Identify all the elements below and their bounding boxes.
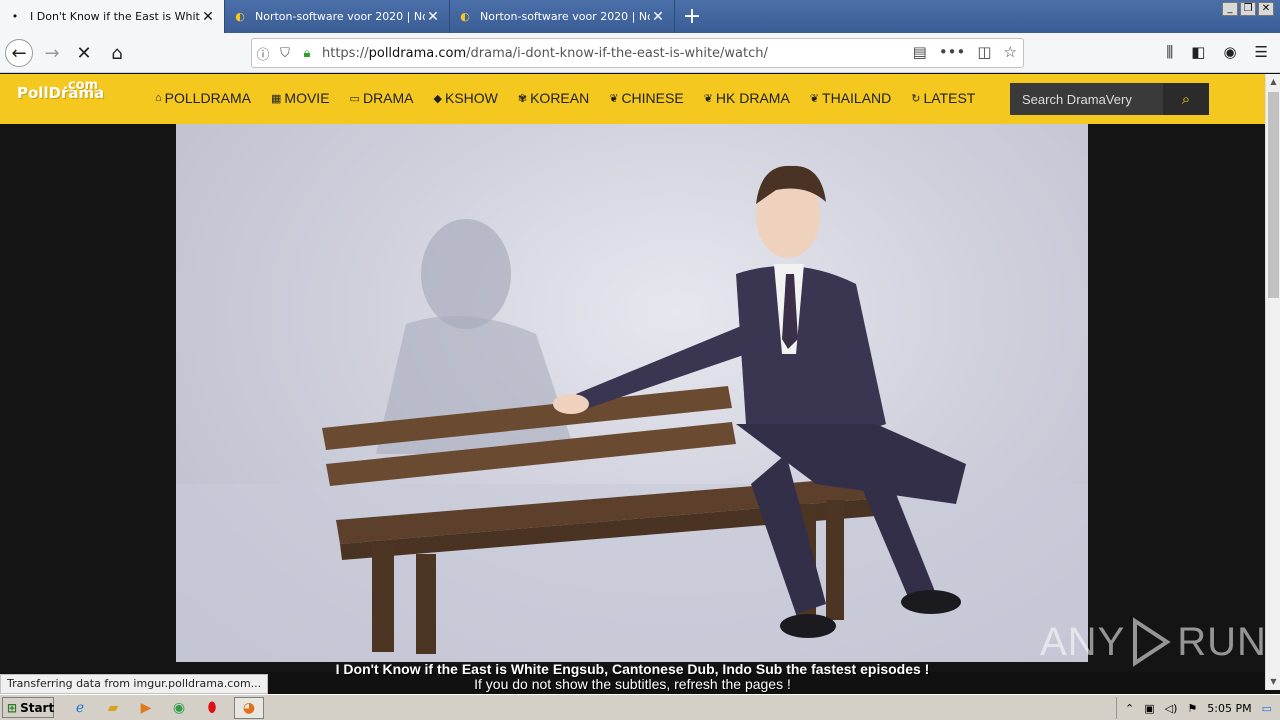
leaf-icon: ❦ (809, 92, 820, 105)
bookmark-star-icon[interactable]: ☆ (1004, 43, 1017, 61)
system-tray: ⌃ ▣ ◁) ⚑ 5:05 PM ▭ (1116, 697, 1280, 719)
anyrun-watermark: ANY RUN (1040, 617, 1267, 667)
menu-movie[interactable]: ▦ MOVIE (271, 90, 330, 106)
start-button[interactable]: ⊞ Start (2, 697, 54, 718)
menu-icon[interactable]: ☰ (1255, 43, 1268, 61)
status-text: Transferring data from imgur.polldrama.c… (0, 674, 269, 694)
show-desktop-icon[interactable]: ▭ (1262, 702, 1272, 715)
home-icon: ⌂ (155, 92, 162, 104)
close-tab-icon[interactable]: ✕ (650, 9, 666, 25)
tab-active[interactable]: • I Don't Know if the East is White Engs… (0, 0, 225, 33)
library-icon[interactable]: ⫼ (1166, 43, 1173, 61)
pocket-icon[interactable]: ◫ (977, 43, 991, 61)
tab-strip: • I Don't Know if the East is White Engs… (0, 0, 1280, 33)
scroll-up-arrow[interactable]: ▲ (1266, 74, 1280, 90)
play-logo-icon (1133, 617, 1171, 667)
tab-norton-1[interactable]: ◐ Norton-software voor 2020 | Norton ✕ (225, 0, 450, 33)
toolbar-right: ⫼ ◧ ◉ ☰ (1166, 43, 1268, 61)
close-tab-icon[interactable]: ✕ (425, 9, 441, 25)
reader-view-icon[interactable]: ▤ (913, 43, 927, 61)
menu-kshow[interactable]: ◆ KSHOW (434, 90, 498, 106)
lock-icon[interactable]: 🔒︎ (296, 46, 318, 61)
network-icon[interactable]: ▣ (1144, 702, 1154, 715)
ie-icon[interactable]: ℯ (68, 697, 92, 719)
loading-dot-icon: • (11, 10, 19, 23)
tv-icon: ▭ (349, 92, 360, 105)
menu-hk-drama[interactable]: ❦ HK DRAMA (704, 90, 790, 106)
close-tab-icon[interactable]: ✕ (200, 9, 216, 25)
menu-korean[interactable]: ✾ KOREAN (518, 90, 589, 106)
info-icon[interactable]: ⓘ (252, 44, 274, 63)
tab-norton-2[interactable]: ◐ Norton-software voor 2020 | Norton ✕ (450, 0, 675, 33)
close-window-button[interactable]: ✕ (1258, 2, 1274, 16)
back-button[interactable]: ← (5, 39, 33, 67)
video-stage[interactable]: I Don't Know if the East is White Engsub… (0, 124, 1267, 692)
url-bar[interactable]: ⓘ ⛉ 🔒︎ https://polldrama.com/drama/i-don… (251, 38, 1024, 68)
main-menu: ⌂ POLLDRAMA ▦ MOVIE ▭ DRAMA ◆ KSHOW ✾ KOREAN … (155, 90, 995, 106)
korean-icon: ✾ (517, 92, 528, 105)
film-icon: ▦ (271, 92, 282, 105)
page-scrollbar[interactable]: ▲ ▼ (1265, 74, 1280, 690)
restore-button[interactable]: ❐ (1240, 2, 1256, 16)
menu-latest[interactable]: ↻ LATEST (911, 90, 975, 106)
tab-title: Norton-software voor 2020 | Norton (480, 10, 650, 23)
menu-thailand[interactable]: ❦ THAILAND (810, 90, 891, 106)
firefox-taskbar-button[interactable]: ◕ (234, 697, 264, 719)
new-tab-button[interactable]: + (675, 0, 709, 33)
norton-icon: ◐ (235, 10, 245, 23)
minimize-button[interactable]: _ (1222, 2, 1238, 16)
more-actions-icon[interactable]: ••• (939, 43, 966, 61)
tab-title: I Don't Know if the East is White Engsub (30, 10, 200, 23)
url-actions: ▤ ••• ◫ ☆ (913, 43, 1017, 61)
tab-title: Norton-software voor 2020 | Norton (255, 10, 425, 23)
tray-expand-icon[interactable]: ⌃ (1125, 702, 1134, 715)
site-header: PollDrama .com ⌂ POLLDRAMA ▦ MOVIE ▭ DRAMA ◆… (0, 74, 1265, 124)
scroll-thumb[interactable] (1268, 92, 1279, 298)
video-poster[interactable] (176, 124, 1088, 662)
chrome-icon[interactable]: ◉ (167, 697, 191, 719)
scroll-down-arrow[interactable]: ▼ (1266, 674, 1280, 690)
stop-button[interactable]: ✕ (70, 39, 98, 67)
url-text[interactable]: https://polldrama.com/drama/i-dont-know-… (322, 46, 768, 61)
search-icon: ⌕ (1181, 90, 1191, 108)
menu-drama[interactable]: ▭ DRAMA (350, 90, 414, 106)
sidebar-icon[interactable]: ◧ (1191, 43, 1205, 61)
gem-icon: ◆ (433, 92, 442, 105)
windows-logo-icon: ⊞ (7, 700, 18, 715)
refresh-icon: ↻ (911, 92, 921, 105)
menu-polldrama[interactable]: ⌂ POLLDRAMA (155, 90, 251, 106)
forward-button[interactable]: → (38, 39, 66, 67)
search-input[interactable] (1010, 83, 1163, 115)
leaf-icon: ❦ (703, 92, 713, 105)
home-button[interactable]: ⌂ (103, 39, 131, 67)
menu-chinese[interactable]: ❦ CHINESE (609, 90, 683, 106)
search-button[interactable]: ⌕ (1163, 83, 1209, 115)
flag-icon[interactable]: ⚑ (1187, 702, 1197, 715)
taskbar: ⊞ Start ℯ ▰ ▶ ◉ ⬮ ◕ ⌃ ▣ ◁) ⚑ 5:05 PM ▭ (0, 694, 1280, 720)
volume-icon[interactable]: ◁) (1165, 702, 1178, 715)
leaf-icon: ❦ (609, 92, 619, 105)
norton-icon: ◐ (460, 10, 470, 23)
window-controls: _ ❐ ✕ (1222, 2, 1274, 16)
clock[interactable]: 5:05 PM (1207, 702, 1251, 715)
account-icon[interactable]: ◉ (1223, 43, 1236, 61)
opera-icon[interactable]: ⬮ (200, 697, 224, 719)
nav-bar: ← → ✕ ⌂ ⓘ ⛉ 🔒︎ https://polldrama.com/dra… (0, 33, 1280, 73)
media-player-icon[interactable]: ▶ (134, 697, 158, 719)
poster-illustration (176, 165, 1088, 662)
site-logo[interactable]: PollDrama .com (17, 78, 104, 102)
shield-icon[interactable]: ⛉ (274, 46, 296, 61)
folder-icon[interactable]: ▰ (101, 697, 125, 719)
search-box: ⌕ (1010, 83, 1209, 115)
